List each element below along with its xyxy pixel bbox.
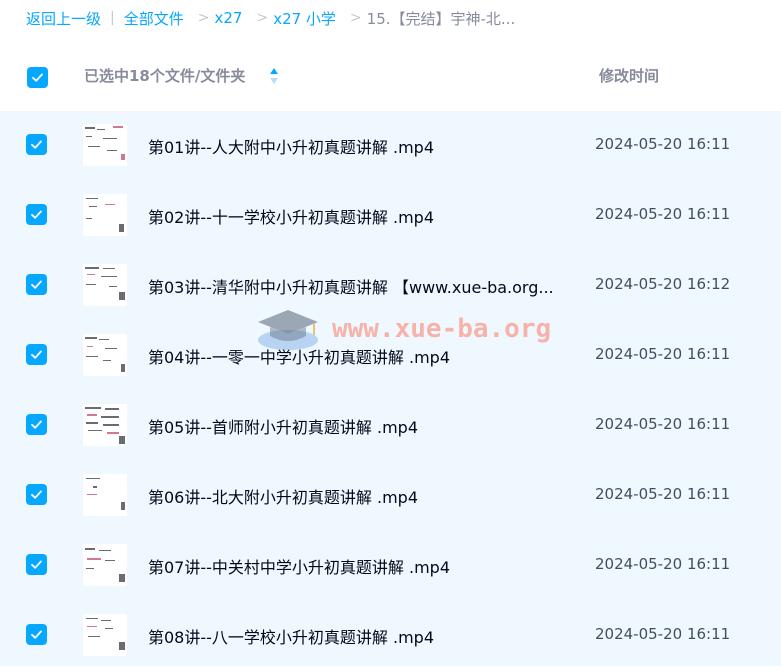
breadcrumb-current: 15.【完结】宇神-北... (366, 9, 516, 28)
file-row[interactable]: 第06讲--北大附小升初真题讲解 .mp4 2024-05-20 16:11 (0, 460, 781, 530)
check-icon (31, 140, 42, 149)
row-checkbox[interactable] (26, 484, 47, 505)
file-row[interactable]: 第05讲--首师附小升初真题讲解 .mp4 2024-05-20 16:11 (0, 390, 781, 460)
file-name[interactable]: 第05讲--首师附小升初真题讲解 .mp4 (148, 414, 568, 438)
check-icon (31, 560, 42, 569)
video-thumbnail-icon[interactable] (83, 614, 127, 656)
check-icon (31, 630, 42, 639)
list-header: 已选中18个文件/文件夹 修改时间 (0, 43, 781, 111)
chevron-right-icon: > (256, 10, 269, 26)
breadcrumb-item-all-files[interactable]: 全部文件 (124, 8, 184, 29)
video-thumbnail-icon[interactable] (83, 544, 127, 586)
video-thumbnail-icon[interactable] (83, 264, 127, 306)
select-all-checkbox[interactable] (27, 67, 48, 88)
video-thumbnail-icon[interactable] (83, 334, 127, 376)
video-thumbnail-icon[interactable] (83, 124, 127, 166)
file-modified-time: 2024-05-20 16:11 (595, 345, 731, 363)
video-thumbnail-icon[interactable] (83, 194, 127, 236)
file-row[interactable]: 第01讲--人大附中小升初真题讲解 .mp4 2024-05-20 16:11 (0, 110, 781, 180)
check-icon (31, 490, 42, 499)
file-modified-time: 2024-05-20 16:11 (595, 205, 731, 223)
sort-icon[interactable] (269, 67, 279, 85)
check-icon (31, 210, 42, 219)
file-name[interactable]: 第04讲--一零一中学小升初真题讲解 .mp4 (148, 344, 568, 368)
file-name[interactable]: 第07讲--中关村中学小升初真题讲解 .mp4 (148, 554, 568, 578)
file-name[interactable]: 第08讲--八一学校小升初真题讲解 .mp4 (148, 624, 568, 648)
file-row[interactable]: 第08讲--八一学校小升初真题讲解 .mp4 2024-05-20 16:11 (0, 600, 781, 670)
row-checkbox[interactable] (26, 624, 47, 645)
row-checkbox[interactable] (26, 414, 47, 435)
file-name[interactable]: 第01讲--人大附中小升初真题讲解 .mp4 (148, 134, 568, 158)
video-thumbnail-icon[interactable] (83, 404, 127, 446)
check-icon (31, 280, 42, 289)
breadcrumb: 返回上一级 | 全部文件 > x27 > x27 小学 > 15.【完结】宇神-… (0, 0, 781, 36)
check-icon (31, 350, 42, 359)
file-row[interactable]: 第04讲--一零一中学小升初真题讲解 .mp4 2024-05-20 16:11 (0, 320, 781, 390)
breadcrumb-item-x27[interactable]: x27 (214, 9, 242, 27)
row-checkbox[interactable] (26, 204, 47, 225)
back-link[interactable]: 返回上一级 (26, 8, 101, 29)
file-row[interactable]: 第03讲--清华附中小升初真题讲解 【www.xue-ba.org... 2024… (0, 250, 781, 320)
file-modified-time: 2024-05-20 16:11 (595, 415, 731, 433)
file-name[interactable]: 第06讲--北大附小升初真题讲解 .mp4 (148, 484, 568, 508)
row-checkbox[interactable] (26, 554, 47, 575)
file-name[interactable]: 第02讲--十一学校小升初真题讲解 .mp4 (148, 204, 568, 228)
file-modified-time: 2024-05-20 16:11 (595, 555, 731, 573)
breadcrumb-divider: | (110, 10, 115, 26)
breadcrumb-item-x27-primary[interactable]: x27 小学 (273, 8, 336, 29)
file-modified-time: 2024-05-20 16:11 (595, 135, 731, 153)
file-modified-time: 2024-05-20 16:11 (595, 485, 731, 503)
check-icon (31, 420, 42, 429)
file-row[interactable]: 第07讲--中关村中学小升初真题讲解 .mp4 2024-05-20 16:11 (0, 530, 781, 600)
check-icon (32, 73, 43, 82)
row-checkbox[interactable] (26, 274, 47, 295)
file-name[interactable]: 第03讲--清华附中小升初真题讲解 【www.xue-ba.org... (148, 274, 568, 298)
file-list: 第01讲--人大附中小升初真题讲解 .mp4 2024-05-20 16:11 第0… (0, 111, 781, 666)
row-checkbox[interactable] (26, 344, 47, 365)
video-thumbnail-icon[interactable] (83, 474, 127, 516)
chevron-right-icon: > (349, 10, 362, 26)
file-modified-time: 2024-05-20 16:11 (595, 625, 731, 643)
chevron-right-icon: > (197, 10, 210, 26)
selected-count-label: 已选中18个文件/文件夹 (84, 67, 246, 85)
file-row[interactable]: 第02讲--十一学校小升初真题讲解 .mp4 2024-05-20 16:11 (0, 180, 781, 250)
file-modified-time: 2024-05-20 16:12 (595, 275, 731, 293)
row-checkbox[interactable] (26, 134, 47, 155)
column-header-modified-time[interactable]: 修改时间 (599, 65, 659, 86)
